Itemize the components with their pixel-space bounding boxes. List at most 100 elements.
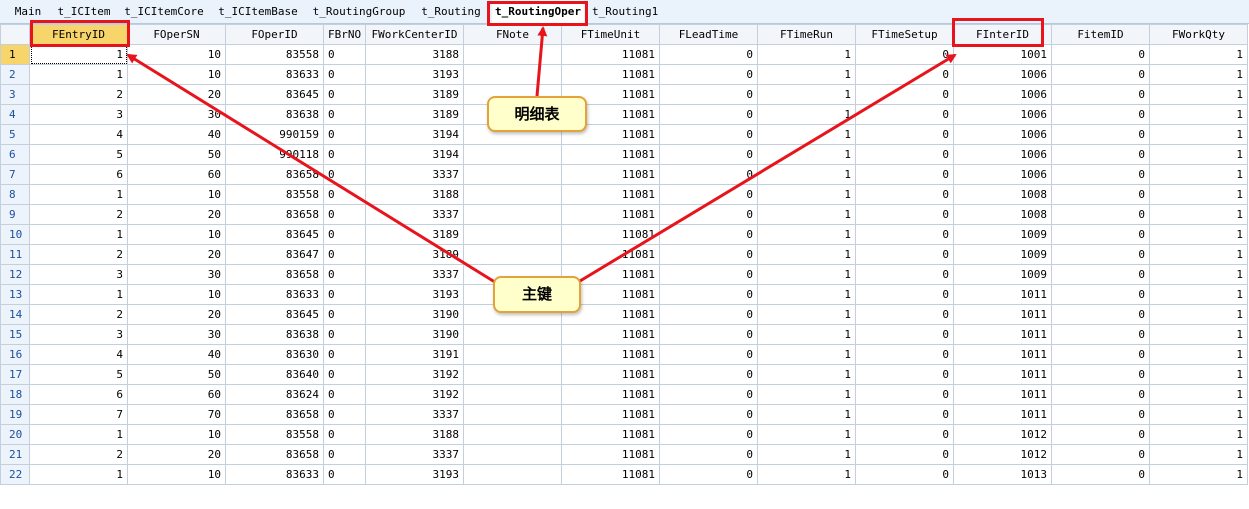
- cell-ftimeunit[interactable]: 11081: [561, 364, 660, 385]
- cell-fworkqty[interactable]: 1: [1149, 124, 1248, 145]
- row-number[interactable]: 21: [0, 444, 30, 465]
- cell-ftimeunit[interactable]: 11081: [561, 304, 660, 325]
- cell-fopersn[interactable]: 20: [127, 244, 226, 265]
- cell-fopersn[interactable]: 10: [127, 424, 226, 445]
- cell-finterid[interactable]: 1006: [953, 104, 1052, 125]
- cell-fitemid[interactable]: 0: [1051, 404, 1150, 425]
- cell-fnote[interactable]: [463, 104, 562, 125]
- cell-fbrno[interactable]: 0: [323, 364, 366, 385]
- column-header-fentryid[interactable]: FEntryID: [29, 24, 128, 45]
- cell-ftimesetup[interactable]: 0: [855, 324, 954, 345]
- table-row[interactable]: 19 7 70 83658 0 3337 11081 0 1 0 1011 0 1: [0, 404, 1248, 425]
- cell-fleadtime[interactable]: 0: [659, 184, 758, 205]
- cell-fbrno[interactable]: 0: [323, 264, 366, 285]
- cell-fleadtime[interactable]: 0: [659, 224, 758, 245]
- tab-t-icitembase[interactable]: t_ICItemBase: [214, 0, 302, 23]
- cell-foperid[interactable]: 83558: [225, 424, 324, 445]
- column-header-fitemid[interactable]: FitemID: [1051, 24, 1150, 45]
- cell-fworkqty[interactable]: 1: [1149, 324, 1248, 345]
- cell-fnote[interactable]: [463, 404, 562, 425]
- cell-fbrno[interactable]: 0: [323, 64, 366, 85]
- cell-fnote[interactable]: [463, 384, 562, 405]
- cell-fbrno[interactable]: 0: [323, 204, 366, 225]
- cell-fworkqty[interactable]: 1: [1149, 84, 1248, 105]
- cell-fitemid[interactable]: 0: [1051, 124, 1150, 145]
- cell-finterid[interactable]: 1006: [953, 144, 1052, 165]
- cell-fnote[interactable]: [463, 44, 562, 65]
- cell-fbrno[interactable]: 0: [323, 164, 366, 185]
- cell-finterid[interactable]: 1011: [953, 384, 1052, 405]
- cell-fworkcenterid[interactable]: 3194: [365, 124, 464, 145]
- tab-t-routinggroup[interactable]: t_RoutingGroup: [309, 0, 409, 23]
- cell-ftimerun[interactable]: 1: [757, 224, 856, 245]
- cell-fworkcenterid[interactable]: 3191: [365, 344, 464, 365]
- cell-fworkcenterid[interactable]: 3189: [365, 224, 464, 245]
- cell-fworkcenterid[interactable]: 3193: [365, 464, 464, 485]
- cell-fopersn[interactable]: 50: [127, 144, 226, 165]
- cell-ftimesetup[interactable]: 0: [855, 144, 954, 165]
- cell-foperid[interactable]: 83645: [225, 84, 324, 105]
- cell-fitemid[interactable]: 0: [1051, 284, 1150, 305]
- cell-fnote[interactable]: [463, 444, 562, 465]
- cell-fentryid[interactable]: 6: [29, 164, 128, 185]
- cell-fitemid[interactable]: 0: [1051, 324, 1150, 345]
- cell-ftimerun[interactable]: 1: [757, 264, 856, 285]
- cell-ftimesetup[interactable]: 0: [855, 64, 954, 85]
- table-row[interactable]: 14 2 20 83645 0 3190 11081 0 1 0 1011 0 1: [0, 304, 1248, 325]
- cell-ftimesetup[interactable]: 0: [855, 124, 954, 145]
- tab-t-routing1[interactable]: t_Routing1: [592, 0, 658, 23]
- row-number[interactable]: 1: [0, 44, 30, 65]
- cell-fleadtime[interactable]: 0: [659, 444, 758, 465]
- column-header-ftimeunit[interactable]: FTimeUnit: [561, 24, 660, 45]
- cell-fleadtime[interactable]: 0: [659, 164, 758, 185]
- cell-fentryid[interactable]: 4: [29, 124, 128, 145]
- cell-fworkcenterid[interactable]: 3337: [365, 264, 464, 285]
- cell-foperid[interactable]: 83658: [225, 444, 324, 465]
- cell-fworkqty[interactable]: 1: [1149, 304, 1248, 325]
- cell-fworkcenterid[interactable]: 3188: [365, 424, 464, 445]
- cell-foperid[interactable]: 83658: [225, 404, 324, 425]
- cell-finterid[interactable]: 1012: [953, 444, 1052, 465]
- cell-foperid[interactable]: 83658: [225, 164, 324, 185]
- column-header-fopersn[interactable]: FOperSN: [127, 24, 226, 45]
- cell-fleadtime[interactable]: 0: [659, 344, 758, 365]
- cell-ftimesetup[interactable]: 0: [855, 264, 954, 285]
- cell-fworkqty[interactable]: 1: [1149, 264, 1248, 285]
- cell-fbrno[interactable]: 0: [323, 44, 366, 65]
- cell-foperid[interactable]: 990159: [225, 124, 324, 145]
- cell-fitemid[interactable]: 0: [1051, 304, 1150, 325]
- cell-ftimeunit[interactable]: 11081: [561, 104, 660, 125]
- cell-fnote[interactable]: [463, 84, 562, 105]
- cell-ftimerun[interactable]: 1: [757, 324, 856, 345]
- cell-fitemid[interactable]: 0: [1051, 144, 1150, 165]
- cell-fnote[interactable]: [463, 204, 562, 225]
- cell-fnote[interactable]: [463, 144, 562, 165]
- row-number[interactable]: 22: [0, 464, 30, 485]
- cell-fitemid[interactable]: 0: [1051, 224, 1150, 245]
- cell-fentryid[interactable]: 1: [29, 64, 128, 85]
- cell-fleadtime[interactable]: 0: [659, 384, 758, 405]
- cell-fitemid[interactable]: 0: [1051, 384, 1150, 405]
- cell-fopersn[interactable]: 10: [127, 284, 226, 305]
- cell-fopersn[interactable]: 10: [127, 44, 226, 65]
- cell-fentryid[interactable]: 1: [29, 284, 128, 305]
- row-number[interactable]: 17: [0, 364, 30, 385]
- cell-fworkcenterid[interactable]: 3189: [365, 104, 464, 125]
- cell-finterid[interactable]: 1008: [953, 184, 1052, 205]
- cell-ftimesetup[interactable]: 0: [855, 444, 954, 465]
- cell-fitemid[interactable]: 0: [1051, 84, 1150, 105]
- cell-ftimeunit[interactable]: 11081: [561, 204, 660, 225]
- cell-finterid[interactable]: 1006: [953, 64, 1052, 85]
- cell-fbrno[interactable]: 0: [323, 344, 366, 365]
- cell-ftimesetup[interactable]: 0: [855, 364, 954, 385]
- cell-fnote[interactable]: [463, 164, 562, 185]
- cell-ftimerun[interactable]: 1: [757, 284, 856, 305]
- cell-fleadtime[interactable]: 0: [659, 364, 758, 385]
- cell-fleadtime[interactable]: 0: [659, 304, 758, 325]
- table-row[interactable]: 21 2 20 83658 0 3337 11081 0 1 0 1012 0 1: [0, 444, 1248, 465]
- cell-foperid[interactable]: 83633: [225, 464, 324, 485]
- cell-fentryid[interactable]: 1: [29, 464, 128, 485]
- row-number[interactable]: 19: [0, 404, 30, 425]
- tab-t-routing[interactable]: t_Routing: [417, 0, 485, 23]
- cell-fnote[interactable]: [463, 464, 562, 485]
